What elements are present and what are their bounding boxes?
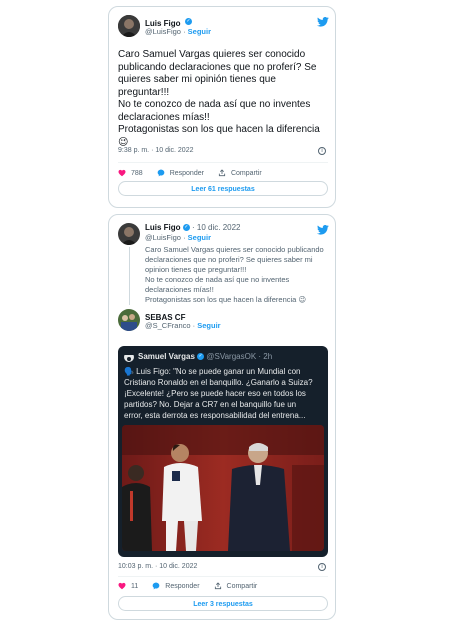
info-icon[interactable]: i — [318, 563, 326, 571]
twitter-bird-icon[interactable] — [317, 225, 329, 235]
quoted-date[interactable]: · 10 dic. 2022 — [192, 223, 240, 232]
tweet-line: Caro Samuel Vargas quieres ser conocido — [118, 49, 306, 60]
like-count: 788 — [131, 169, 143, 177]
thread-line — [129, 247, 130, 305]
quoted-line: Caro Samuel Vargas quieres ser conocido … — [145, 245, 324, 254]
verified-icon: ✓ — [185, 18, 193, 26]
read-replies-button[interactable]: Leer 3 respuestas — [118, 596, 328, 611]
tweet-card-2: Luis Figo ✓ · 10 dic. 2022 @LuisFigo · S… — [108, 214, 336, 620]
divider — [118, 576, 328, 577]
tweet-line: preguntar!!! — [118, 86, 170, 98]
author-handle[interactable]: @LuisFigo — [145, 27, 181, 36]
separator-dot: · — [183, 233, 186, 242]
divider — [118, 162, 328, 163]
embedded-line: 🗣️ Luis Figo: "No se puede ganar un Mund… — [124, 367, 301, 376]
share-button[interactable]: Compartir — [214, 582, 258, 590]
embedded-author-name[interactable]: Samuel Vargas — [138, 352, 195, 361]
separator-dot: · — [183, 27, 186, 36]
quoted-line: declaraciones que no proferi? Se quieres… — [145, 255, 313, 264]
tweet-line: No te conozco de nada así que no invente… — [118, 99, 311, 110]
reply-label: Responder — [165, 582, 200, 590]
follow-button[interactable]: Seguir — [197, 321, 220, 330]
tweet-line: declaraciones mías!! — [118, 111, 210, 123]
quoted-author-name[interactable]: Luis Figo — [145, 223, 181, 232]
embedded-handle[interactable]: @SVargasOK — [206, 352, 256, 361]
verified-icon: ✓ — [197, 353, 205, 361]
like-button[interactable]: 11 — [118, 582, 138, 590]
follow-button[interactable]: Seguir — [188, 233, 211, 242]
quoted-line: opinion tienes que preguntar!!! — [145, 265, 247, 274]
heart-icon — [118, 582, 126, 590]
embedded-line: partidos? No. Dejar a CR7 en el banquill… — [124, 400, 297, 409]
tweet-line: Protagonistas son los que hacen la difer… — [118, 124, 320, 135]
avatar[interactable] — [118, 223, 140, 245]
tweet-card-1: Luis Figo ✓ @LuisFigo · Seguir Caro Samu… — [108, 6, 336, 208]
tweet-line: quieres saber mi opinión tienes que — [118, 74, 276, 85]
quoted-line: No te conozco de nada así que no invente… — [145, 275, 290, 284]
reply-button[interactable]: Responder — [157, 169, 204, 177]
timestamp[interactable]: 10:03 p. m. · 10 dic. 2022 — [118, 562, 197, 572]
like-button[interactable]: 788 — [118, 169, 143, 177]
read-replies-button[interactable]: Leer 61 respuestas — [118, 181, 328, 196]
embedded-line: Cristiano Ronaldo en el banquillo. ¿Gana… — [124, 378, 313, 387]
embedded-photo[interactable] — [122, 425, 324, 551]
timestamp[interactable]: 9:38 p. m. · 10 dic. 2022 — [118, 146, 194, 156]
share-icon — [214, 582, 221, 590]
heart-icon — [118, 169, 126, 177]
reply-bubble-icon — [157, 169, 165, 177]
quoted-handle[interactable]: @LuisFigo — [145, 233, 181, 242]
embedded-line: error, esta derrota es responsabilidad d… — [124, 411, 306, 420]
reply-label: Responder — [169, 169, 204, 177]
author-handle[interactable]: @S_CFranco — [145, 321, 191, 330]
reply-button[interactable]: Responder — [152, 582, 200, 590]
like-count: 11 — [131, 582, 139, 590]
reply-bubble-icon — [152, 582, 160, 590]
embedded-time[interactable]: · 2h — [258, 352, 272, 361]
share-label: Compartir — [226, 582, 258, 590]
tweet-line: publicando declaraciones que no proferí?… — [118, 61, 317, 73]
separator-dot: · — [192, 321, 196, 330]
avatar[interactable] — [124, 352, 134, 362]
quoted-line: declaraciones mías!! — [145, 285, 214, 294]
avatar[interactable] — [118, 15, 140, 37]
info-icon[interactable]: i — [318, 147, 326, 155]
quoted-line: Protagonistas son los que hacen la difer… — [145, 295, 307, 304]
share-label: Compartir — [230, 169, 262, 177]
embedded-line: ¡Excelente! ¿Pero se puede hacer eso en … — [124, 389, 306, 398]
follow-button[interactable]: Seguir — [188, 27, 211, 36]
share-button[interactable]: Compartir — [218, 169, 262, 177]
avatar[interactable] — [118, 309, 140, 331]
share-icon — [218, 169, 226, 177]
verified-icon: ✓ — [182, 224, 190, 232]
twitter-bird-icon[interactable] — [317, 17, 329, 27]
embedded-tweet-card[interactable]: Samuel Vargas ✓ @SVargasOK · 2h 🗣️ Luis … — [118, 346, 328, 557]
